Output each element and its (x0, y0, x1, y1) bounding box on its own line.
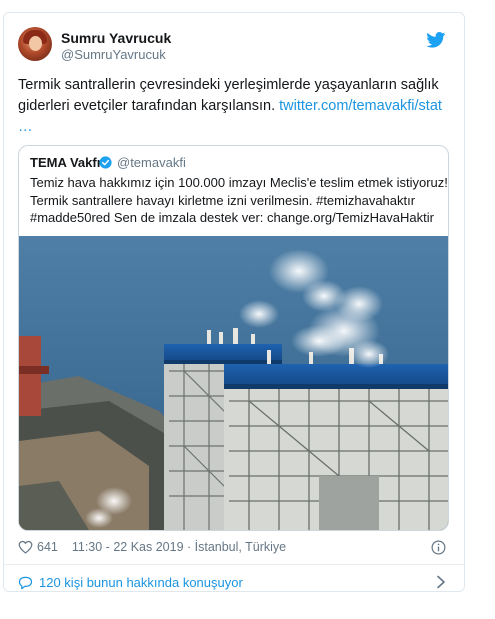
timestamp[interactable]: 11:30 - 22 Kas 2019 · İstanbul, Türkiye (72, 540, 286, 554)
like-count[interactable]: 641 (37, 540, 58, 554)
divider (4, 564, 464, 565)
heart-icon[interactable] (18, 540, 33, 554)
tweet-card: Sumru Yavrucuk @SumruYavrucuk Termik san… (3, 12, 465, 592)
author-name[interactable]: Sumru Yavrucuk (61, 30, 171, 46)
twitter-bird-icon[interactable] (426, 32, 446, 48)
tweet-link[interactable]: twitter.com/temavakfi/stat (279, 98, 442, 114)
quoted-author-handle: @temavakfi (117, 155, 186, 170)
conversation-label[interactable]: 120 kişi bunun hakkında konuşuyor (39, 575, 243, 590)
tweet-text: Termik santrallerin çevresindeki yerleşi… (18, 75, 453, 138)
quoted-text: Temiz hava hakkımız için 100.000 imzayı … (30, 174, 448, 227)
conversation-link[interactable]: 120 kişi bunun hakkında konuşuyor (18, 575, 243, 590)
tweet-meta: 641 11:30 - 22 Kas 2019 · İstanbul, Türk… (18, 540, 286, 554)
chevron-right-icon[interactable] (436, 575, 446, 589)
quoted-line: Temiz hava hakkımız için 100.000 imzayı … (30, 175, 448, 190)
info-icon[interactable] (431, 540, 446, 555)
quoted-line: Termik santrallere havayı kirletme izni … (30, 192, 416, 208)
avatar[interactable] (18, 27, 52, 61)
quoted-author-name: TEMA Vakfı (30, 155, 101, 170)
tweet-ellipsis[interactable]: … (18, 119, 33, 135)
quoted-line: #madde50red Sen de imzala destek ver: ch… (30, 210, 434, 225)
power-plant-photo[interactable] (19, 236, 448, 530)
comment-bubble-icon (18, 576, 33, 589)
quoted-tweet[interactable]: TEMA Vakfı @temavakfi Temiz hava hakkımı… (18, 145, 449, 531)
verified-badge-icon (99, 156, 112, 169)
author-handle[interactable]: @SumruYavrucuk (61, 47, 166, 62)
